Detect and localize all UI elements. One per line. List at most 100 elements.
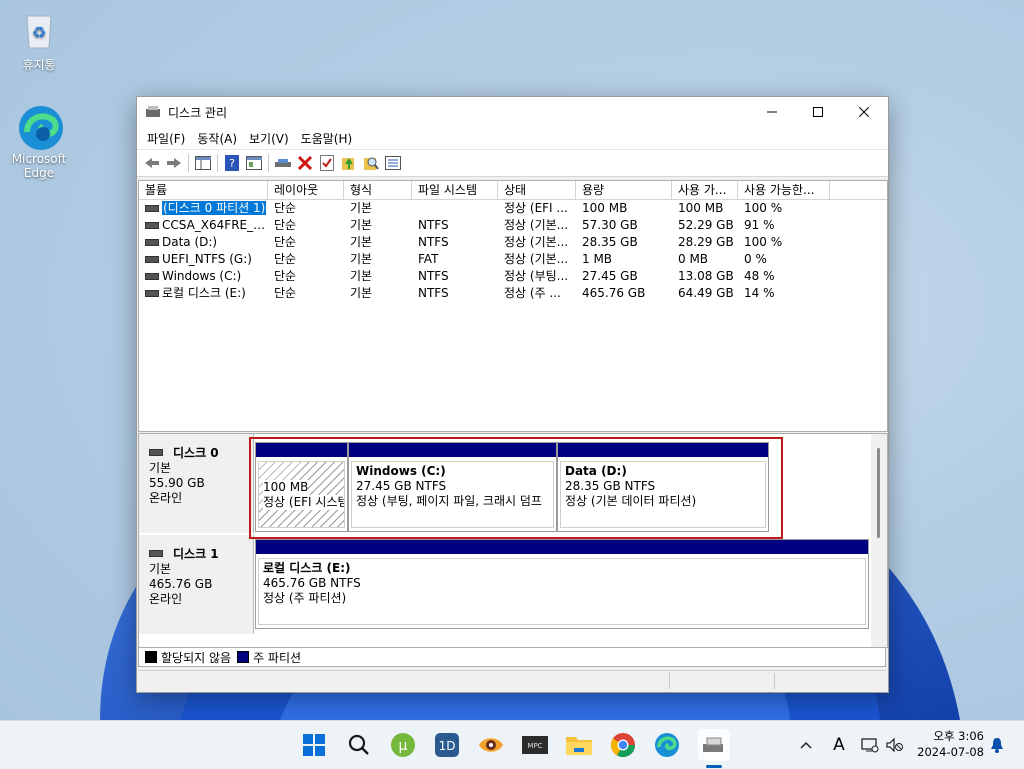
speaker-muted-icon <box>886 737 903 753</box>
cell-filesystem: NTFS <box>418 235 449 249</box>
column-header-layout[interactable]: 레이아웃 <box>268 181 344 199</box>
partition-status: 정상 (주 파티션) <box>263 591 347 605</box>
menu-file[interactable]: 파일(F) <box>141 130 191 147</box>
column-header-filesystem[interactable]: 파일 시스템 <box>412 181 498 199</box>
cell-free-space: 28.29 GB <box>678 235 734 249</box>
ime-indicator[interactable]: A <box>828 735 850 755</box>
start-button[interactable] <box>298 729 330 761</box>
volume-list-header: 볼륨 레이아웃 형식 파일 시스템 상태 용량 사용 가... 사용 가능한..… <box>139 181 887 200</box>
partition-name: 로컬 디스크 (E:) <box>263 561 351 575</box>
desktop-icon-edge[interactable]: Microsoft Edge <box>4 104 74 180</box>
show-hidden-icons-button[interactable] <box>795 735 817 755</box>
partition-body: 로컬 디스크 (E:) 465.76 GB NTFS 정상 (주 파티션) <box>258 558 866 625</box>
chrome-icon <box>611 733 635 758</box>
1d-app-button[interactable]: 1D <box>431 729 463 761</box>
disk-icon <box>149 449 163 456</box>
desktop-icon-recycle-bin[interactable]: ♻ 휴지통 <box>4 8 74 73</box>
delete-button[interactable] <box>294 152 316 174</box>
forward-button[interactable] <box>163 152 185 174</box>
chrome-button[interactable] <box>607 729 639 761</box>
edge-button[interactable] <box>651 729 683 761</box>
disk-management-taskbar-button[interactable] <box>698 729 730 761</box>
table-row[interactable]: UEFI_NTFS (G:) 단순 기본 FAT 정상 (기본... 1 MB 0 MB 0 … <box>139 251 887 268</box>
window-title: 디스크 관리 <box>168 105 228 120</box>
cell-type: 기본 <box>350 201 373 215</box>
eye-app-button[interactable] <box>475 729 507 761</box>
close-button[interactable] <box>841 97 887 127</box>
volume-button[interactable] <box>884 735 906 755</box>
maximize-button[interactable] <box>795 97 841 127</box>
scrollbar-thumb[interactable] <box>877 448 880 538</box>
recycle-bin-icon: ♻ <box>17 8 61 52</box>
folder-up-button[interactable] <box>338 152 360 174</box>
column-header-percent-free[interactable]: 사용 가능한... <box>738 181 830 199</box>
cell-capacity: 465.76 GB <box>582 286 646 300</box>
disk-1-label[interactable]: 디스크 1 기본 465.76 GB 온라인 <box>139 535 254 634</box>
clock-date: 2024-07-08 <box>917 745 984 759</box>
clock-time: 오후 3:06 <box>933 729 984 743</box>
utorrent-button[interactable]: µ <box>387 729 419 761</box>
toolbar-separator <box>268 154 269 172</box>
graphical-view-scrollbar[interactable] <box>871 434 887 647</box>
cell-capacity: 57.30 GB <box>582 218 638 232</box>
cell-percent-free: 0 % <box>744 252 767 266</box>
cell-type: 기본 <box>350 252 373 266</box>
menu-action[interactable]: 동작(A) <box>191 130 243 147</box>
cell-volume: Windows (C:) <box>139 268 268 285</box>
clock[interactable]: 오후 3:06 2024-07-08 <box>917 728 984 760</box>
volume-list: 볼륨 레이아웃 형식 파일 시스템 상태 용량 사용 가... 사용 가능한..… <box>138 180 888 432</box>
disk-size: 55.90 GB <box>149 476 205 490</box>
list-view-button[interactable] <box>382 152 404 174</box>
cell-layout: 단순 <box>274 252 297 266</box>
status-bar-segment <box>669 673 670 689</box>
legend-swatch-unallocated <box>145 651 157 663</box>
show-hide-console-tree-icon <box>195 156 211 170</box>
cell-status: 정상 (기본... <box>504 235 569 249</box>
cell-type: 기본 <box>350 218 373 232</box>
table-row[interactable]: Windows (C:) 단순 기본 NTFS 정상 (부팅... 27.45 GB 13.… <box>139 268 887 285</box>
search-button[interactable] <box>343 729 375 761</box>
table-row[interactable]: Data (D:) 단순 기본 NTFS 정상 (기본... 28.35 GB 28.29 … <box>139 234 887 251</box>
connect-button[interactable] <box>272 152 294 174</box>
cell-layout: 단순 <box>274 201 297 215</box>
check-button[interactable] <box>316 152 338 174</box>
find-button[interactable] <box>360 152 382 174</box>
table-row[interactable]: CCSA_X64FRE_KO... 단순 기본 NTFS 정상 (기본... 57.30 … <box>139 217 887 234</box>
table-row[interactable]: (디스크 0 파티션 1) 단순 기본 정상 (EFI ... 100 MB 100 MB… <box>139 200 887 217</box>
svg-text:♻: ♻ <box>32 23 46 42</box>
disk-name: 디스크 1 <box>173 547 219 561</box>
minimize-button[interactable] <box>749 97 795 127</box>
cell-capacity: 27.45 GB <box>582 269 638 283</box>
title-bar[interactable]: 디스크 관리 <box>137 97 888 127</box>
column-header-free-space[interactable]: 사용 가... <box>672 181 738 199</box>
volume-icon <box>145 222 159 229</box>
console-tree-button[interactable] <box>192 152 214 174</box>
back-button[interactable] <box>141 152 163 174</box>
disk-management-icon <box>146 106 160 117</box>
notification-button[interactable] <box>986 735 1008 755</box>
start-icon <box>303 734 325 756</box>
network-button[interactable] <box>859 735 881 755</box>
chevron-up-icon <box>800 741 812 749</box>
partition-local-e[interactable]: 로컬 디스크 (E:) 465.76 GB NTFS 정상 (주 파티션) <box>255 539 869 629</box>
properties-button[interactable] <box>243 152 265 174</box>
disk-0-label[interactable]: 디스크 0 기본 55.90 GB 온라인 <box>139 434 254 533</box>
desktop-icon-label: Microsoft Edge <box>11 152 67 180</box>
column-header-capacity[interactable]: 용량 <box>576 181 672 199</box>
edge-icon <box>655 733 679 757</box>
disk-state: 온라인 <box>149 491 183 505</box>
volume-name: UEFI_NTFS (G:) <box>162 252 252 266</box>
column-header-status[interactable]: 상태 <box>498 181 576 199</box>
column-header-volume[interactable]: 볼륨 <box>139 181 268 199</box>
volume-name: 로컬 디스크 (E:) <box>162 286 246 300</box>
mpc-button[interactable]: MPC <box>519 729 551 761</box>
cell-percent-free: 91 % <box>744 218 775 232</box>
toolbar: ? <box>137 149 888 177</box>
help-button[interactable]: ? <box>221 152 243 174</box>
column-header-type[interactable]: 형식 <box>344 181 412 199</box>
menu-help[interactable]: 도움말(H) <box>295 130 359 147</box>
table-row[interactable]: 로컬 디스크 (E:) 단순 기본 NTFS 정상 (주 ... 465.76 GB 64.… <box>139 285 887 302</box>
menu-view[interactable]: 보기(V) <box>243 130 295 147</box>
file-explorer-button[interactable] <box>563 729 595 761</box>
edge-icon <box>17 104 63 150</box>
